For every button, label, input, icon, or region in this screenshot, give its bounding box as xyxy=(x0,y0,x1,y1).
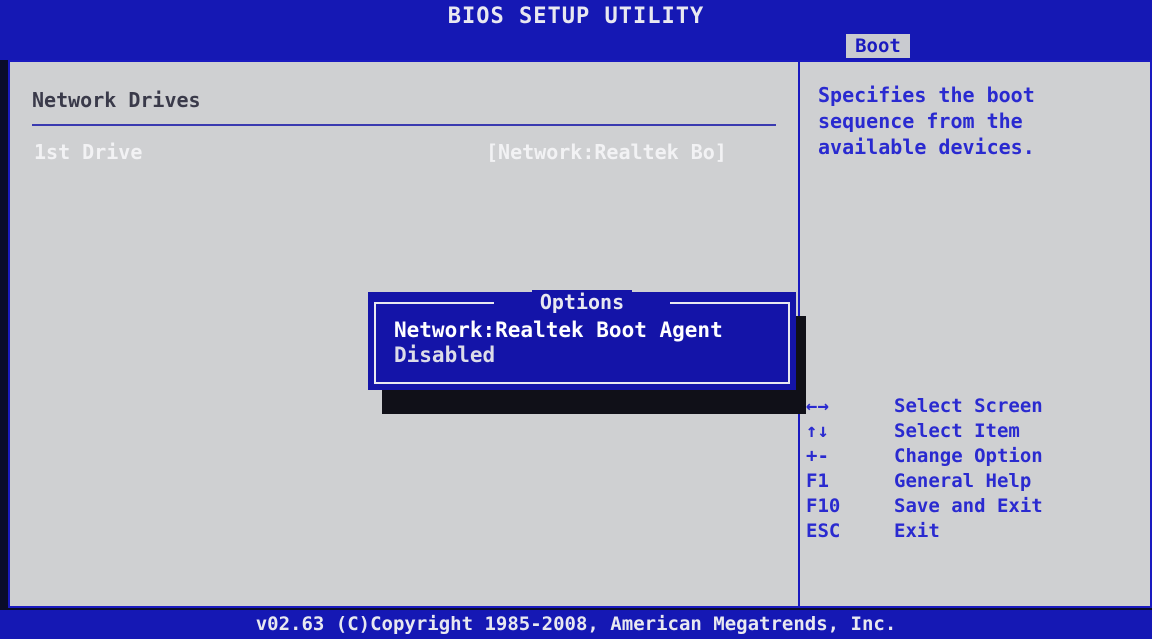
plus-minus-key: +- xyxy=(806,445,829,467)
arrows-left-right-icon: ←→ xyxy=(806,395,829,417)
f10-key: F10 xyxy=(806,495,841,517)
popup-option-selected[interactable]: Network:Realtek Boot Agent xyxy=(394,318,723,342)
setting-1st-drive-value[interactable]: [Network:Realtek Bo] xyxy=(486,140,727,164)
key-action: Change Option xyxy=(894,445,1043,467)
popup-option[interactable]: Disabled xyxy=(394,343,495,367)
key-legend: ←→ Select Screen ↑↓ Select Item +- Chang… xyxy=(806,394,1146,544)
key-action: Save and Exit xyxy=(894,495,1043,517)
esc-key: ESC xyxy=(806,520,841,542)
key-action: Select Screen xyxy=(894,395,1043,417)
key-row: F10 Save and Exit xyxy=(806,494,1146,519)
popup-title: Options xyxy=(531,290,633,314)
key-action: Select Item xyxy=(894,420,1020,442)
key-row: ↑↓ Select Item xyxy=(806,419,1146,444)
bios-title: BIOS SETUP UTILITY xyxy=(0,0,1152,34)
key-row: ←→ Select Screen xyxy=(806,394,1146,419)
section-divider xyxy=(32,124,776,126)
help-text: Specifies the boot sequence from the ava… xyxy=(818,83,1035,159)
key-action: Exit xyxy=(894,520,940,542)
arrows-up-down-icon: ↑↓ xyxy=(806,420,829,442)
key-row: +- Change Option xyxy=(806,444,1146,469)
key-action: General Help xyxy=(894,470,1032,492)
key-row: F1 General Help xyxy=(806,469,1146,494)
key-row: ESC Exit xyxy=(806,519,1146,544)
tab-boot[interactable]: Boot xyxy=(846,34,910,58)
tab-bar: Boot xyxy=(0,34,1152,60)
setting-1st-drive-label[interactable]: 1st Drive xyxy=(34,140,142,164)
f1-key: F1 xyxy=(806,470,829,492)
options-popup: Options Network:Realtek Boot Agent Disab… xyxy=(368,290,796,390)
section-title: Network Drives xyxy=(32,88,201,112)
copyright-footer: v02.63 (C)Copyright 1985-2008, American … xyxy=(0,610,1152,639)
